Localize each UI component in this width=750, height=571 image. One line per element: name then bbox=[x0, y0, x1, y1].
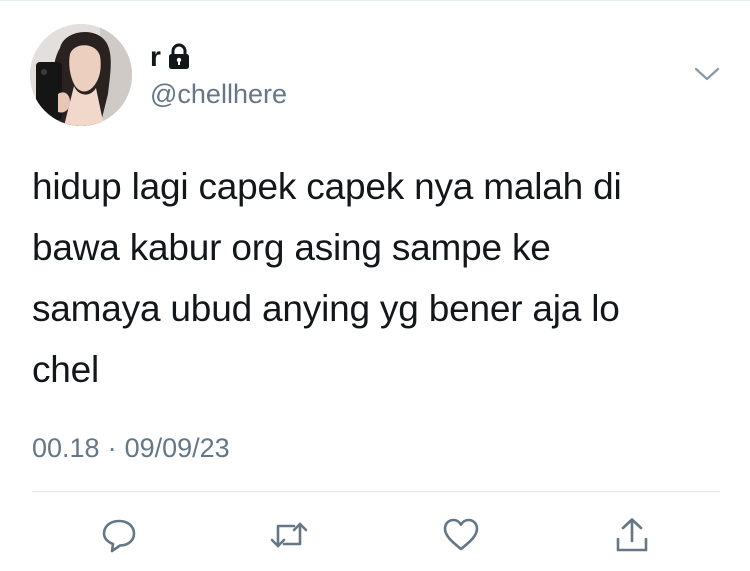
tweet-timestamp[interactable]: 00.18 · 09/09/23 bbox=[32, 432, 230, 464]
tweet-card: r @chellhere hidup lagi capek capek nya … bbox=[0, 0, 750, 571]
tweet-date: 09/09/23 bbox=[124, 433, 230, 463]
chevron-down-icon[interactable] bbox=[692, 62, 722, 86]
lock-icon bbox=[167, 43, 191, 71]
display-name-row: r bbox=[150, 40, 191, 74]
display-name[interactable]: r bbox=[150, 43, 161, 71]
action-bar bbox=[0, 514, 750, 560]
tweet-text: hidup lagi capek capek nya malah di bawa… bbox=[32, 166, 622, 390]
meta-separator: · bbox=[107, 433, 117, 463]
share-upload-icon bbox=[612, 515, 652, 560]
retweet-arrows-icon bbox=[268, 515, 310, 560]
tweet-time: 00.18 bbox=[32, 433, 100, 463]
avatar[interactable] bbox=[30, 24, 132, 126]
speech-bubble-icon bbox=[99, 515, 139, 560]
share-button[interactable] bbox=[609, 514, 655, 560]
user-handle[interactable]: @chellhere bbox=[150, 78, 287, 110]
top-divider bbox=[0, 0, 750, 1]
action-divider bbox=[32, 491, 720, 492]
like-button[interactable] bbox=[438, 514, 484, 560]
heart-icon bbox=[441, 515, 481, 560]
retweet-button[interactable] bbox=[266, 514, 312, 560]
reply-button[interactable] bbox=[96, 514, 142, 560]
